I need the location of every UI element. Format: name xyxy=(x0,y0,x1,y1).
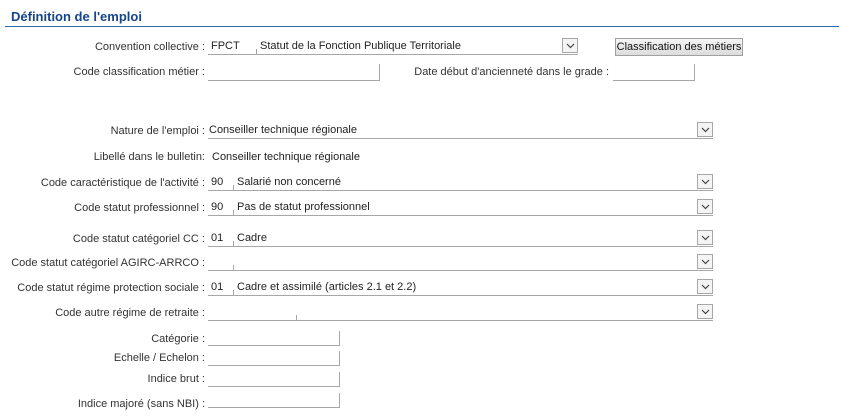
classification-metiers-button[interactable]: Classification des métiers xyxy=(615,38,743,56)
code-activite-select[interactable]: 90 Salarié non concerné xyxy=(208,174,713,191)
chevron-down-icon[interactable] xyxy=(562,38,578,53)
field-separator xyxy=(296,315,297,320)
convention-label: Convention collective : xyxy=(94,41,205,53)
code-activite-code: 90 xyxy=(211,176,224,188)
indice-majore-label: Indice majoré (sans NBI) : xyxy=(77,398,205,410)
field-separator xyxy=(256,49,257,54)
code-protection-text: Cadre et assimilé (articles 2.1 et 2.2) xyxy=(237,281,417,293)
date-anciennete-label: Date début d'ancienneté dans le grade : xyxy=(414,66,609,78)
code-statut-pro-code: 90 xyxy=(211,201,224,213)
indice-brut-input[interactable] xyxy=(208,372,340,387)
section-divider xyxy=(5,26,839,27)
code-classification-label: Code classification métier : xyxy=(73,66,205,78)
code-agirc-label: Code statut catégoriel AGIRC-ARRCO : xyxy=(11,257,205,269)
chevron-down-icon[interactable] xyxy=(697,279,713,294)
chevron-down-icon[interactable] xyxy=(697,199,713,214)
chevron-down-icon[interactable] xyxy=(697,254,713,269)
code-protection-label: Code statut régime protection sociale : xyxy=(17,282,205,294)
categorie-label: Catégorie : xyxy=(151,333,205,345)
code-statut-pro-select[interactable]: 90 Pas de statut professionnel xyxy=(208,199,713,216)
echelle-label: Echelle / Echelon : xyxy=(113,352,205,364)
field-separator xyxy=(233,241,234,246)
code-autre-regime-label: Code autre régime de retraite : xyxy=(55,307,205,319)
indice-majore-input[interactable] xyxy=(208,393,340,408)
code-autre-regime-select[interactable] xyxy=(208,304,713,321)
code-classification-input[interactable] xyxy=(208,64,380,81)
libelle-bulletin-label: Libellé dans le bulletin: xyxy=(93,151,205,163)
field-separator xyxy=(233,210,234,215)
chevron-down-icon[interactable] xyxy=(697,304,713,319)
nature-emploi-text: Conseiller technique régionale xyxy=(209,124,357,136)
code-statut-cc-label: Code statut catégoriel CC : xyxy=(72,233,205,245)
code-statut-pro-text: Pas de statut professionnel xyxy=(237,201,370,213)
date-anciennete-input[interactable] xyxy=(613,64,695,81)
code-protection-code: 01 xyxy=(211,281,224,293)
indice-brut-label: Indice brut : xyxy=(147,373,205,385)
nature-emploi-label: Nature de l'emploi : xyxy=(110,125,205,137)
code-statut-cc-code: 01 xyxy=(211,232,224,244)
code-protection-select[interactable]: 01 Cadre et assimilé (articles 2.1 et 2.… xyxy=(208,279,713,296)
field-separator xyxy=(233,290,234,295)
code-statut-cc-text: Cadre xyxy=(237,232,267,244)
nature-emploi-select[interactable]: Conseiller technique régionale xyxy=(208,122,713,139)
field-separator xyxy=(233,185,234,190)
categorie-input[interactable] xyxy=(208,331,340,346)
section-title: Définition de l'emploi xyxy=(11,9,142,24)
convention-code: FPCT xyxy=(211,40,240,52)
convention-select[interactable]: FPCT Statut de la Fonction Publique Terr… xyxy=(208,38,578,55)
code-activite-text: Salarié non concerné xyxy=(237,176,341,188)
libelle-bulletin-value: Conseiller technique régionale xyxy=(212,151,360,163)
chevron-down-icon[interactable] xyxy=(697,230,713,245)
code-activite-label: Code caractéristique de l'activité : xyxy=(40,177,205,189)
echelle-input[interactable] xyxy=(208,351,340,366)
chevron-down-icon[interactable] xyxy=(697,122,713,137)
code-agirc-select[interactable] xyxy=(208,254,713,271)
convention-text: Statut de la Fonction Publique Territori… xyxy=(260,40,461,52)
code-statut-cc-select[interactable]: 01 Cadre xyxy=(208,230,713,247)
field-separator xyxy=(233,265,234,270)
code-statut-pro-label: Code statut professionnel : xyxy=(74,202,205,214)
chevron-down-icon[interactable] xyxy=(697,174,713,189)
